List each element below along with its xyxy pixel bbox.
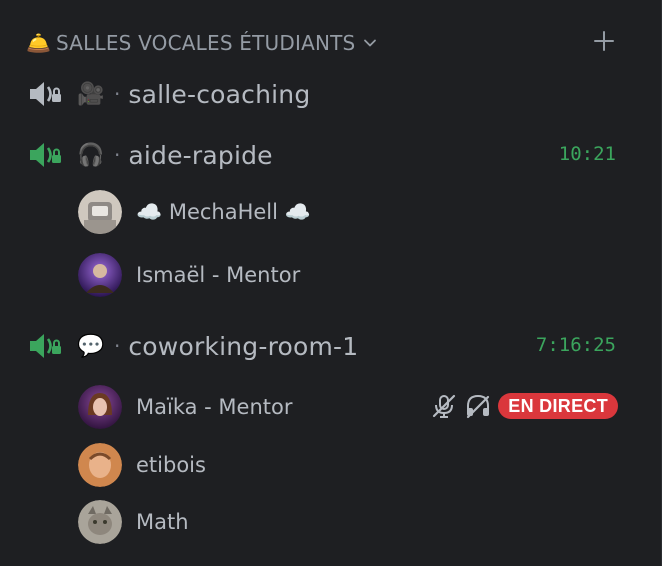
speaker-lock-icon bbox=[30, 334, 61, 358]
separator-dot: · bbox=[114, 143, 121, 167]
channel-name: coworking-room-1 bbox=[128, 331, 359, 361]
user-status-icons: EN DIRECT bbox=[430, 392, 618, 420]
plus-icon[interactable] bbox=[592, 29, 616, 53]
avatar bbox=[78, 385, 122, 429]
voice-user-math[interactable]: Math bbox=[78, 499, 618, 545]
user-name: Math bbox=[136, 510, 189, 534]
voice-user-mechahell[interactable]: ☁️ MechaHell ☁️ bbox=[78, 189, 618, 235]
category-header[interactable]: 🛎️ SALLES VOCALES ÉTUDIANTS bbox=[26, 26, 626, 60]
avatar bbox=[78, 253, 122, 297]
voice-user-etibois[interactable]: etibois bbox=[78, 442, 618, 488]
category-label: SALLES VOCALES ÉTUDIANTS bbox=[56, 31, 356, 55]
mic-muted-icon bbox=[433, 394, 456, 418]
speaker-lock-icon bbox=[30, 143, 61, 167]
channel-name: aide-rapide bbox=[128, 140, 273, 170]
avatar bbox=[78, 190, 122, 234]
avatar bbox=[78, 443, 122, 487]
voice-user-ismael[interactable]: Ismaël - Mentor bbox=[78, 252, 618, 298]
voice-channel-aide-rapide[interactable]: 🎧 · aide-rapide 10:21 bbox=[26, 135, 626, 175]
channel-timer: 10:21 bbox=[558, 143, 616, 165]
channel-name: salle-coaching bbox=[128, 79, 311, 109]
user-name: Ismaël - Mentor bbox=[136, 263, 301, 287]
voice-channels-panel: 🛎️ SALLES VOCALES ÉTUDIANTS 🎥 · salle-co… bbox=[0, 0, 662, 566]
headphones-emoji-icon: 🎧 bbox=[77, 142, 105, 168]
user-name: ☁️ MechaHell ☁️ bbox=[136, 199, 311, 224]
avatar bbox=[78, 500, 122, 544]
speaker-lock-icon bbox=[30, 82, 61, 106]
live-badge: EN DIRECT bbox=[498, 393, 618, 419]
bell-emoji-icon: 🛎️ bbox=[26, 31, 51, 55]
channel-timer: 7:16:25 bbox=[535, 334, 616, 356]
voice-user-maika[interactable]: Maïka - Mentor EN DIRECT bbox=[78, 384, 618, 430]
separator-dot: · bbox=[114, 334, 121, 358]
voice-channel-salle-coaching[interactable]: 🎥 · salle-coaching bbox=[26, 74, 626, 114]
user-name: Maïka - Mentor bbox=[136, 395, 293, 419]
video-camera-emoji-icon: 🎥 bbox=[77, 81, 105, 107]
chevron-down-icon[interactable] bbox=[363, 36, 377, 50]
user-name: etibois bbox=[136, 453, 206, 477]
headphones-deafened-icon bbox=[467, 394, 490, 419]
voice-channel-coworking-room-1[interactable]: 💬 · coworking-room-1 7:16:25 bbox=[26, 326, 626, 366]
separator-dot: · bbox=[114, 82, 121, 106]
speech-bubble-emoji-icon: 💬 bbox=[77, 333, 105, 359]
